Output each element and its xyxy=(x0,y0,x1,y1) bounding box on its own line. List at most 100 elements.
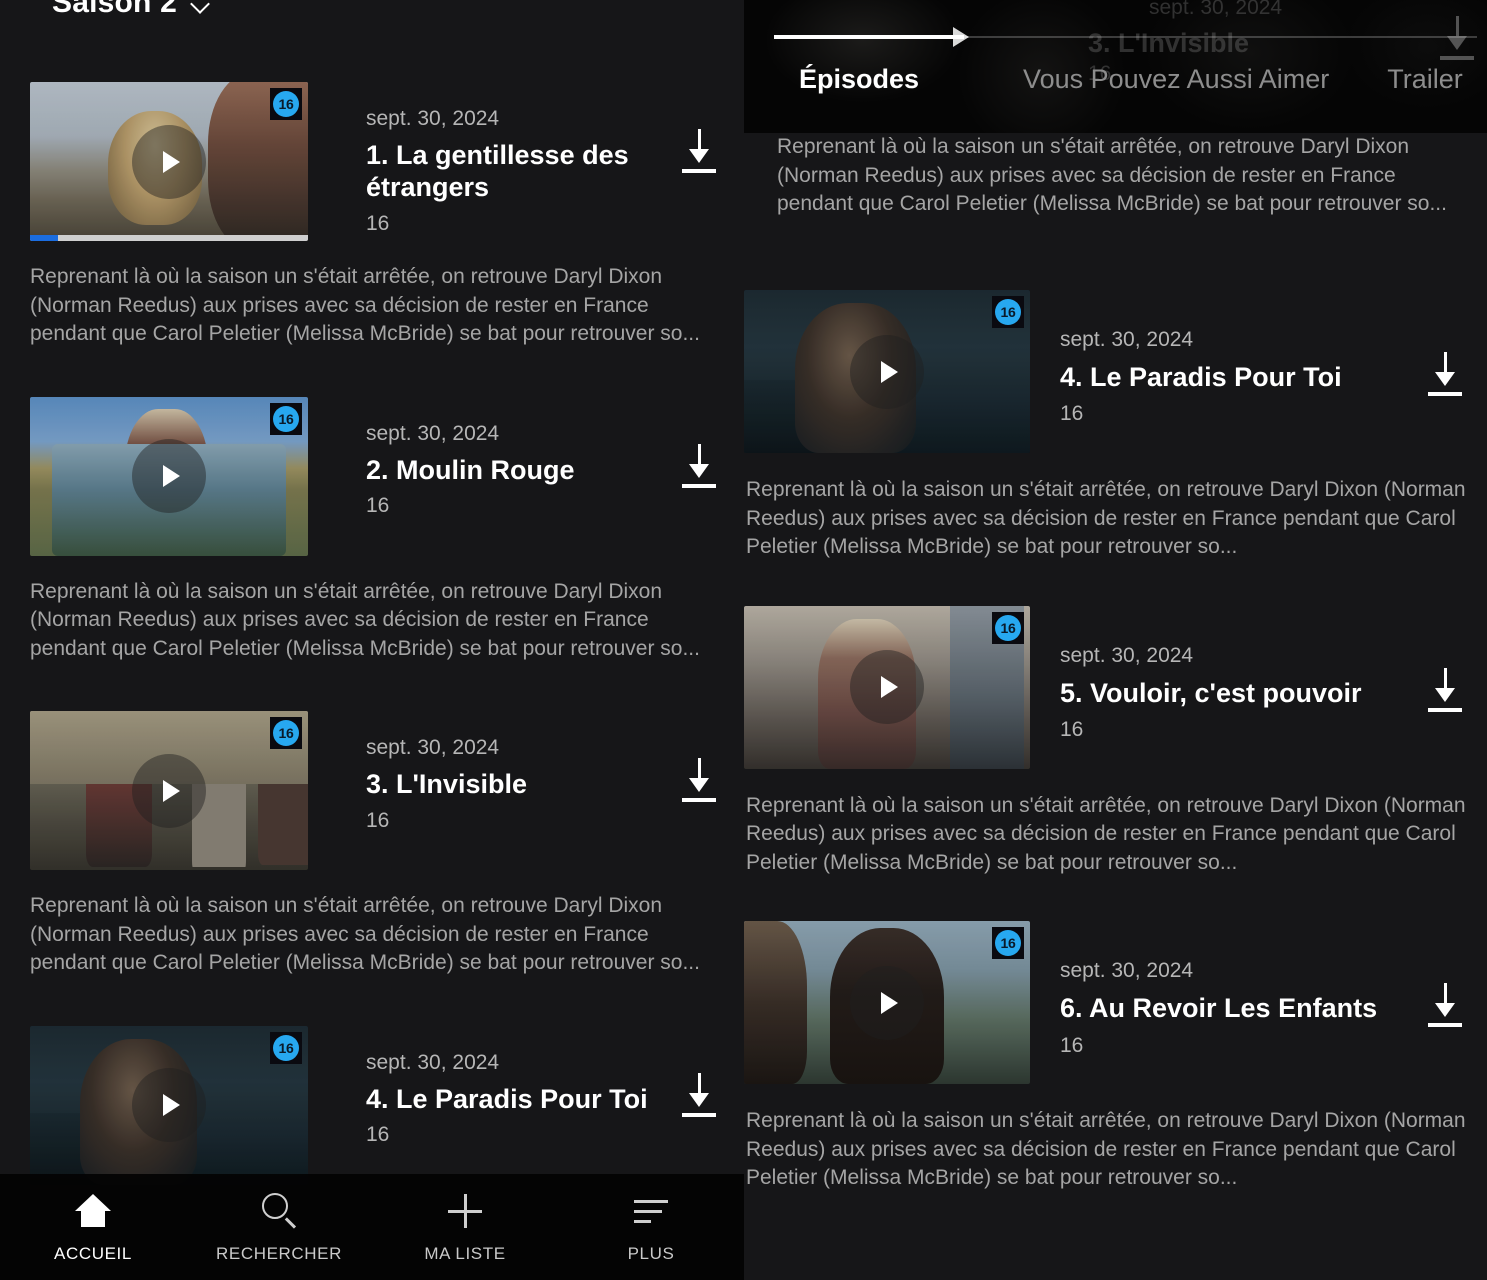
episode-title: 2. Moulin Rouge xyxy=(366,454,575,485)
download-icon[interactable] xyxy=(1425,666,1465,714)
nav-item-label: RECHERCHER xyxy=(216,1244,342,1263)
download-icon[interactable] xyxy=(679,1071,719,1119)
list-item[interactable]: 16 sept. 30, 2024 4. Le Paradis Pour Toi… xyxy=(0,1025,744,1185)
rating-badge-label: 16 xyxy=(995,930,1021,957)
download-icon[interactable] xyxy=(679,127,719,175)
play-icon[interactable] xyxy=(132,439,206,514)
tab-trailer[interactable]: Trailer xyxy=(1387,64,1463,95)
rating-badge-label: 16 xyxy=(273,1034,299,1061)
scroll-progress-indicator[interactable] xyxy=(774,27,1477,47)
plus-icon xyxy=(444,1190,486,1232)
episode-title: 3. L'Invisible xyxy=(366,769,527,800)
rating-badge: 16 xyxy=(992,927,1024,960)
episode-date: sept. 30, 2024 xyxy=(1060,643,1194,667)
rating-badge-label: 16 xyxy=(995,299,1021,325)
left-panel-episode-list: Saison 2 16 sept. 30, 2024 1. La gentill… xyxy=(0,0,744,1280)
list-item[interactable]: 16 sept. 30, 2024 2. Moulin Rouge 16 Rep… xyxy=(0,396,744,664)
download-icon[interactable] xyxy=(1425,981,1465,1029)
episode-thumbnail[interactable]: 16 xyxy=(30,396,308,556)
nav-item-label: PLUS xyxy=(627,1244,675,1263)
episode-description: Reprenant là où la saison un s'était arr… xyxy=(30,894,700,975)
rating-badge: 16 xyxy=(992,296,1024,328)
episode-description: Reprenant là où la saison un s'était arr… xyxy=(30,265,700,346)
rating-badge-label: 16 xyxy=(273,91,299,117)
rating-badge: 16 xyxy=(270,88,302,120)
episode-description: Reprenant là où la saison un s'était arr… xyxy=(746,793,1466,874)
episode-thumbnail[interactable]: 16 xyxy=(744,605,1030,769)
nav-item-label: MA LISTE xyxy=(424,1244,506,1263)
episode-title: 4. Le Paradis Pour Toi xyxy=(1060,362,1342,392)
episode-date: sept. 30, 2024 xyxy=(1060,328,1194,351)
download-icon[interactable] xyxy=(679,756,719,804)
episode-thumbnail[interactable]: 16 xyxy=(744,290,1030,453)
nav-item-rechercher[interactable]: RECHERCHER xyxy=(186,1190,372,1264)
dual-panel-screenshot: Saison 2 16 sept. 30, 2024 1. La gentill… xyxy=(0,0,1487,1280)
episode-date: sept. 30, 2024 xyxy=(366,1050,500,1074)
rating-badge-label: 16 xyxy=(273,405,299,432)
play-icon[interactable] xyxy=(132,753,206,828)
nav-item-label: ACCUEIL xyxy=(54,1244,132,1263)
episode-thumbnail[interactable]: 16 xyxy=(30,711,308,871)
nav-item-accueil[interactable]: ACCUEIL xyxy=(0,1190,186,1264)
episode-date: sept. 30, 2024 xyxy=(1060,959,1194,983)
chevron-down-icon xyxy=(191,0,211,9)
scroll-progress-fill xyxy=(774,35,964,39)
series-description: Reprenant là où la saison un s'était arr… xyxy=(777,135,1447,216)
tab-bar: sept. 30, 2024 3. L'Invisible 16 Épisode… xyxy=(744,0,1487,133)
episode-date: sept. 30, 2024 xyxy=(366,421,500,445)
episode-description: Reprenant là où la saison un s'était arr… xyxy=(746,1109,1466,1190)
episode-meta: sept. 30, 2024 4. Le Paradis Pour Toi 16 xyxy=(1030,290,1425,426)
episode-title: 6. Au Revoir Les Enfants xyxy=(1060,993,1378,1024)
left-episode-list: 16 sept. 30, 2024 1. La gentillesse des … xyxy=(0,82,744,1185)
rating-badge: 16 xyxy=(992,611,1024,644)
more-icon xyxy=(630,1190,672,1232)
download-icon[interactable] xyxy=(679,442,719,490)
season-selector[interactable]: Saison 2 xyxy=(52,0,211,20)
rating-badge: 16 xyxy=(270,402,302,435)
episode-rating: 16 xyxy=(366,494,390,518)
rating-badge: 16 xyxy=(270,1031,302,1064)
watch-progress-bar xyxy=(30,235,308,241)
episode-thumbnail[interactable]: 16 xyxy=(744,921,1030,1085)
episode-thumbnail[interactable]: 16 xyxy=(30,1025,308,1185)
right-episode-list: 16 sept. 30, 2024 4. Le Paradis Pour Toi… xyxy=(744,290,1487,1193)
play-icon[interactable] xyxy=(850,334,924,409)
play-icon[interactable] xyxy=(132,1068,206,1143)
episode-thumbnail[interactable]: 16 xyxy=(30,82,308,241)
rating-badge: 16 xyxy=(270,717,302,750)
episode-title: 4. Le Paradis Pour Toi xyxy=(366,1083,648,1114)
episode-meta: sept. 30, 2024 1. La gentillesse des étr… xyxy=(308,82,679,236)
tab-strip: Épisodes Vous Pouvez Aussi Aimer Trailer… xyxy=(744,64,1487,95)
list-item[interactable]: 16 sept. 30, 2024 3. L'Invisible 16 Repr… xyxy=(0,711,744,978)
episode-rating: 16 xyxy=(366,211,390,235)
nav-item-plus[interactable]: PLUS xyxy=(558,1190,744,1264)
rating-badge-label: 16 xyxy=(273,720,299,747)
episode-meta: sept. 30, 2024 2. Moulin Rouge 16 xyxy=(308,397,679,518)
list-item[interactable]: 16 sept. 30, 2024 6. Au Revoir Les Enfan… xyxy=(744,921,1487,1193)
season-selector-label: Saison 2 xyxy=(52,0,177,19)
episode-title: 5. Vouloir, c'est pouvoir xyxy=(1060,677,1362,708)
right-panel-episode-list: sept. 30, 2024 3. L'Invisible 16 Épisode… xyxy=(744,0,1487,1280)
list-item[interactable]: 16 sept. 30, 2024 5. Vouloir, c'est pouv… xyxy=(744,605,1487,878)
tab-episodes[interactable]: Épisodes xyxy=(799,64,919,95)
list-item[interactable]: 16 sept. 30, 2024 4. Le Paradis Pour Toi… xyxy=(744,290,1487,562)
nav-item-ma-liste[interactable]: MA LISTE xyxy=(372,1190,558,1264)
episode-date: sept. 30, 2024 xyxy=(366,107,500,130)
play-icon[interactable] xyxy=(850,965,924,1040)
episode-rating: 16 xyxy=(1060,402,1084,426)
episode-rating: 16 xyxy=(1060,718,1084,742)
tab-vous-pouvez-aussi-aimer[interactable]: Vous Pouvez Aussi Aimer xyxy=(1023,64,1329,95)
episode-rating: 16 xyxy=(366,808,390,832)
play-icon[interactable] xyxy=(132,124,206,199)
episode-description: Reprenant là où la saison un s'était arr… xyxy=(746,478,1466,559)
rating-badge-label: 16 xyxy=(995,614,1021,641)
home-icon xyxy=(72,1190,114,1232)
play-icon[interactable] xyxy=(850,650,924,725)
ghost-episode-title: 3. L'Invisible xyxy=(1088,28,1249,58)
list-item[interactable]: 16 sept. 30, 2024 1. La gentillesse des … xyxy=(0,82,744,349)
episode-description: Reprenant là où la saison un s'était arr… xyxy=(30,579,700,660)
watch-progress-fill xyxy=(30,235,58,241)
download-icon[interactable] xyxy=(1425,350,1465,398)
scroll-caret-icon xyxy=(953,27,970,47)
ghost-episode-date: sept. 30, 2024 xyxy=(1149,0,1283,19)
